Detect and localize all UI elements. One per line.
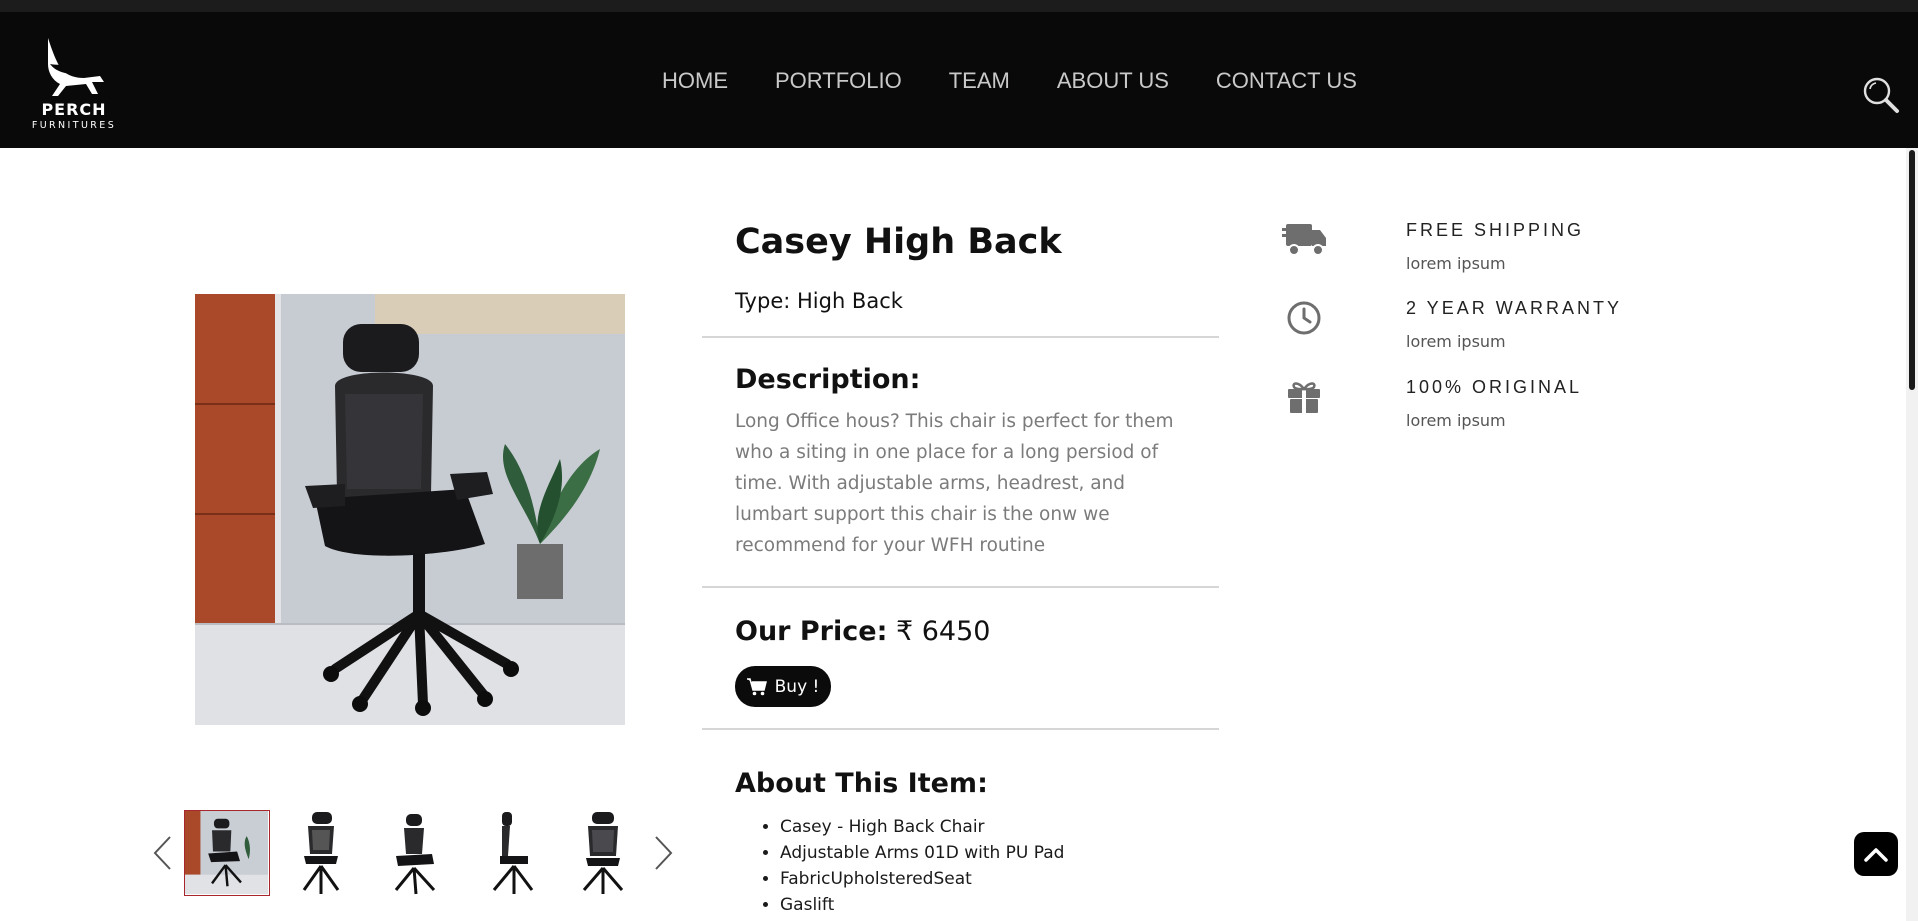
thumbnail-3[interactable] [372,810,458,896]
browser-top-strip [0,0,1918,12]
price-line: Our Price: ₹ 6450 [735,616,990,647]
thumbnail-2[interactable] [278,810,364,896]
page-scrollbar[interactable] [1906,148,1918,921]
thumbnail-carousel [140,808,680,898]
feature-original: 100% ORIGINAL lorem ipsum [1282,377,1682,447]
brand-tagline: FURNITURES [31,120,117,131]
nav-team[interactable]: TEAM [949,68,1010,94]
nav-home[interactable]: HOME [662,68,728,94]
product-title: Casey High Back [735,222,1062,262]
buy-button[interactable]: Buy ! [735,666,831,707]
chevron-right-icon[interactable] [652,834,676,872]
buy-button-label: Buy ! [774,676,820,697]
chevron-left-icon[interactable] [150,834,174,872]
nav-portfolio[interactable]: PORTFOLIO [775,68,902,94]
navbar: PERCH FURNITURES HOME PORTFOLIO TEAM ABO… [0,12,1918,148]
truck-icon [1282,220,1328,266]
price-label: Our Price: [735,616,888,647]
nav-about-us[interactable]: ABOUT US [1057,68,1169,94]
feature-warranty: 2 YEAR WARRANTY lorem ipsum [1282,298,1682,368]
feature-title: 2 YEAR WARRANTY [1406,298,1623,318]
list-item: FabricUpholsteredSeat [780,866,1064,892]
about-list: Casey - High Back Chair Adjustable Arms … [780,814,1064,918]
thumbnail-1[interactable] [184,810,270,896]
clock-icon [1282,298,1328,344]
thumbnail-4[interactable] [466,810,552,896]
divider [702,728,1219,730]
chair-logo-icon [48,38,104,96]
chevron-up-icon [1864,848,1888,862]
description-heading: Description: [735,364,921,395]
brand-logo[interactable]: PERCH FURNITURES [26,36,122,136]
product-main-image [195,294,625,725]
scroll-to-top-button[interactable] [1854,832,1898,876]
gift-icon [1282,377,1328,423]
product-type: Type: High Back [735,289,903,313]
feature-subtitle: lorem ipsum [1406,411,1506,430]
feature-subtitle: lorem ipsum [1406,332,1506,351]
feature-free-shipping: FREE SHIPPING lorem ipsum [1282,220,1682,290]
brand-name: PERCH [41,100,107,119]
feature-title: FREE SHIPPING [1406,220,1585,240]
divider [702,586,1219,588]
list-item: Adjustable Arms 01D with PU Pad [780,840,1064,866]
feature-subtitle: lorem ipsum [1406,254,1506,273]
divider [702,336,1219,338]
thumbnail-5[interactable] [560,810,646,896]
scrollbar-thumb[interactable] [1909,150,1915,390]
feature-title: 100% ORIGINAL [1406,377,1583,397]
description-text: Long Office hous? This chair is perfect … [735,411,1174,556]
list-item: Casey - High Back Chair [780,814,1064,840]
main-nav: HOME PORTFOLIO TEAM ABOUT US CONTACT US [662,68,1404,94]
price-value: ₹ 6450 [895,616,991,647]
about-heading: About This Item: [735,768,988,799]
nav-contact-us[interactable]: CONTACT US [1216,68,1357,94]
list-item: Gaslift [780,892,1064,918]
cart-icon [746,677,767,695]
search-icon[interactable] [1862,76,1900,114]
